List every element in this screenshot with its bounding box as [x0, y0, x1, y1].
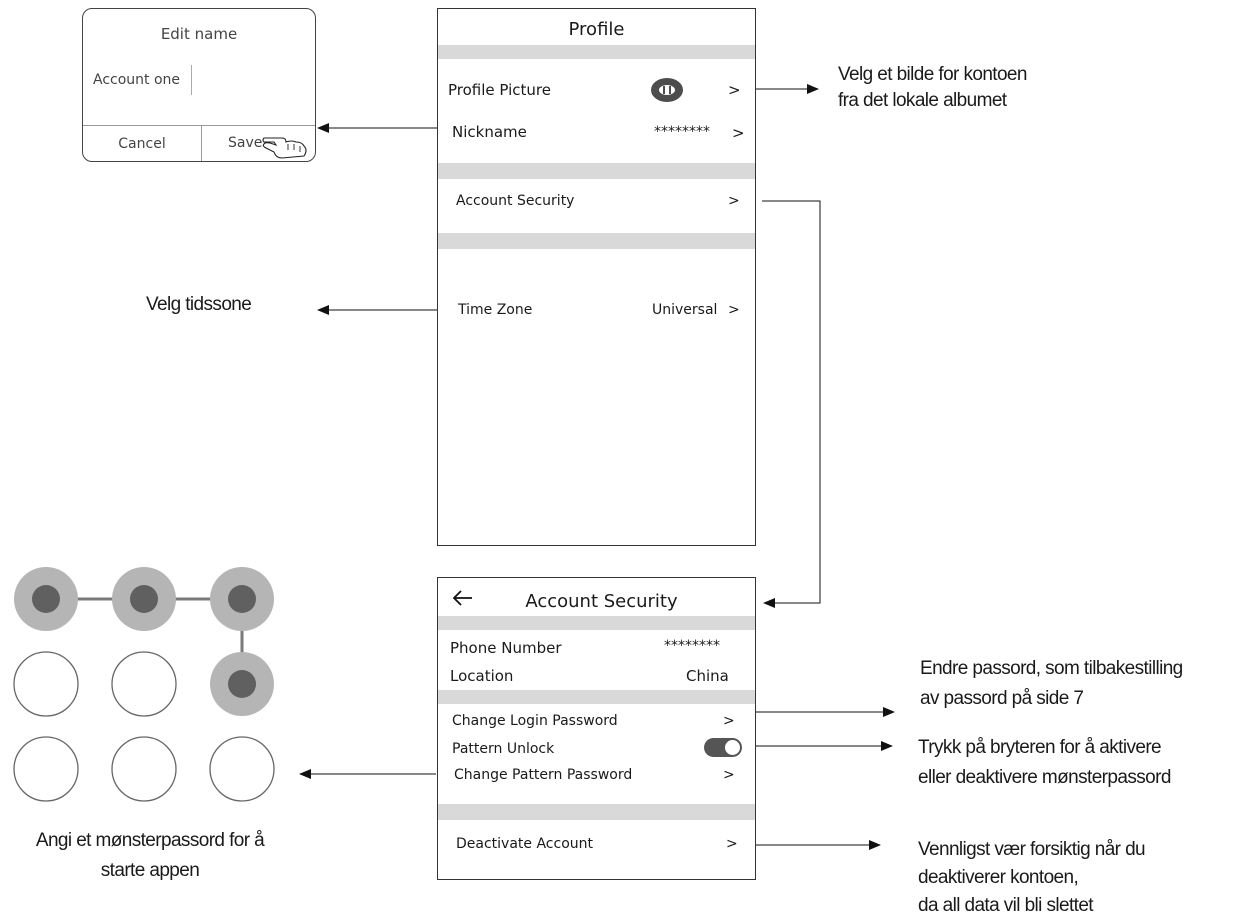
- annotation-pattern-toggle: Trykk på bryteren for å aktivere eller d…: [918, 733, 1171, 793]
- deactivate-account-chevron: >: [726, 836, 738, 852]
- nickname-chevron: >: [732, 124, 745, 142]
- section-divider: [438, 616, 755, 630]
- pattern-unlock-row: Pattern Unlock: [438, 738, 755, 762]
- pattern-node-dot: [32, 585, 60, 613]
- text-cursor: [191, 65, 192, 95]
- phone-number-row: Phone Number ********: [438, 636, 755, 660]
- cancel-button[interactable]: Cancel: [83, 126, 201, 161]
- deactivate-account-label: Deactivate Account: [456, 836, 593, 852]
- change-login-password-label: Change Login Password: [452, 713, 618, 729]
- time-zone-chevron: >: [728, 302, 740, 318]
- pattern-unlock-label: Pattern Unlock: [452, 741, 555, 757]
- account-security-row[interactable]: Account Security >: [438, 185, 755, 219]
- change-login-password-row[interactable]: Change Login Password >: [438, 710, 755, 734]
- annotation-line: fra det lokale albumet: [838, 90, 1007, 111]
- annotation-line: av passord på side 7: [920, 688, 1084, 709]
- annotation-line: Endre passord, som tilbakestilling: [920, 658, 1183, 679]
- annotation-line: da all data vil bli slettet: [918, 895, 1094, 916]
- account-security-chevron: >: [728, 193, 740, 209]
- change-pattern-password-row[interactable]: Change Pattern Password >: [438, 764, 755, 788]
- phone-number-value: ********: [664, 638, 720, 654]
- deactivate-account-row[interactable]: Deactivate Account >: [438, 832, 755, 858]
- annotation-line: Vennligst vær forsiktig når du: [918, 839, 1146, 860]
- nickname-value: ********: [654, 124, 710, 140]
- account-security-label: Account Security: [456, 193, 575, 209]
- profile-title: Profile: [568, 19, 625, 40]
- pattern-node[interactable]: [13, 651, 79, 717]
- section-divider: [438, 690, 755, 704]
- section-divider: [438, 804, 755, 820]
- annotation-line: starte appen: [100, 860, 200, 881]
- annotation-pattern-set: Angi et mønsterpassord for å starte appe…: [4, 826, 296, 886]
- phone-number-label: Phone Number: [450, 639, 562, 657]
- account-security-screen: Account Security Phone Number ******** L…: [437, 577, 756, 880]
- location-value: China: [686, 667, 729, 685]
- edit-name-dialog: Edit name Account one Cancel Save: [82, 8, 316, 162]
- nickname-label: Nickname: [452, 123, 527, 141]
- section-divider: [438, 163, 755, 179]
- nickname-row[interactable]: Nickname ******** >: [438, 117, 755, 151]
- save-label: Save: [228, 135, 263, 151]
- profile-picture-row[interactable]: Profile Picture >: [438, 73, 755, 109]
- change-pattern-password-label: Change Pattern Password: [454, 767, 633, 783]
- change-pattern-password-chevron: >: [723, 767, 735, 783]
- location-row: Location China: [438, 664, 755, 688]
- name-input[interactable]: Account one: [93, 65, 213, 95]
- pattern-node-dot: [228, 670, 256, 698]
- location-label: Location: [450, 667, 514, 685]
- cancel-label: Cancel: [118, 136, 166, 152]
- annotation-line: Trykk på bryteren for å aktivere: [918, 737, 1162, 758]
- pattern-node-dot: [130, 585, 158, 613]
- pattern-lock-grid: [13, 567, 275, 802]
- annotation-line: Angi et mønsterpassord for å: [35, 830, 265, 851]
- profile-screen: Profile Profile Picture > Nickname *****…: [437, 8, 756, 546]
- account-security-title: Account Security: [525, 591, 678, 612]
- change-login-password-chevron: >: [723, 713, 735, 729]
- annotation-line: eller deaktivere mønsterpassord: [918, 767, 1171, 788]
- profile-picture-label: Profile Picture: [448, 81, 551, 99]
- name-input-value: Account one: [93, 72, 181, 88]
- section-divider: [438, 233, 755, 249]
- pattern-node-dot: [228, 585, 256, 613]
- annotation-deactivate: Vennligst vær forsiktig når du deaktiver…: [918, 836, 1146, 920]
- save-button[interactable]: Save: [202, 126, 315, 161]
- annotation-change-password: Endre passord, som tilbakestilling av pa…: [920, 654, 1183, 714]
- pointing-hand-icon: [262, 137, 307, 159]
- time-zone-row[interactable]: Time Zone Universal >: [438, 295, 755, 329]
- pattern-unlock-toggle[interactable]: [704, 738, 742, 757]
- pattern-node[interactable]: [111, 651, 177, 717]
- time-zone-value: Universal: [652, 302, 718, 318]
- annotation-line: Velg tidssone: [146, 294, 252, 315]
- time-zone-label: Time Zone: [458, 302, 533, 318]
- annotation-timezone: Velg tidssone: [146, 290, 252, 320]
- annotation-line: deaktiverer kontoen,: [918, 867, 1079, 888]
- section-divider: [438, 45, 755, 59]
- profile-picture-chevron: >: [728, 81, 741, 99]
- pattern-node[interactable]: [111, 736, 177, 802]
- pattern-node[interactable]: [209, 736, 275, 802]
- annotation-profile-picture: Velg et bilde for kontoen fra det lokale…: [838, 60, 1027, 116]
- dialog-title: Edit name: [160, 25, 238, 43]
- avatar-icon: [651, 78, 683, 102]
- toggle-knob: [725, 740, 740, 755]
- pattern-node[interactable]: [13, 736, 79, 802]
